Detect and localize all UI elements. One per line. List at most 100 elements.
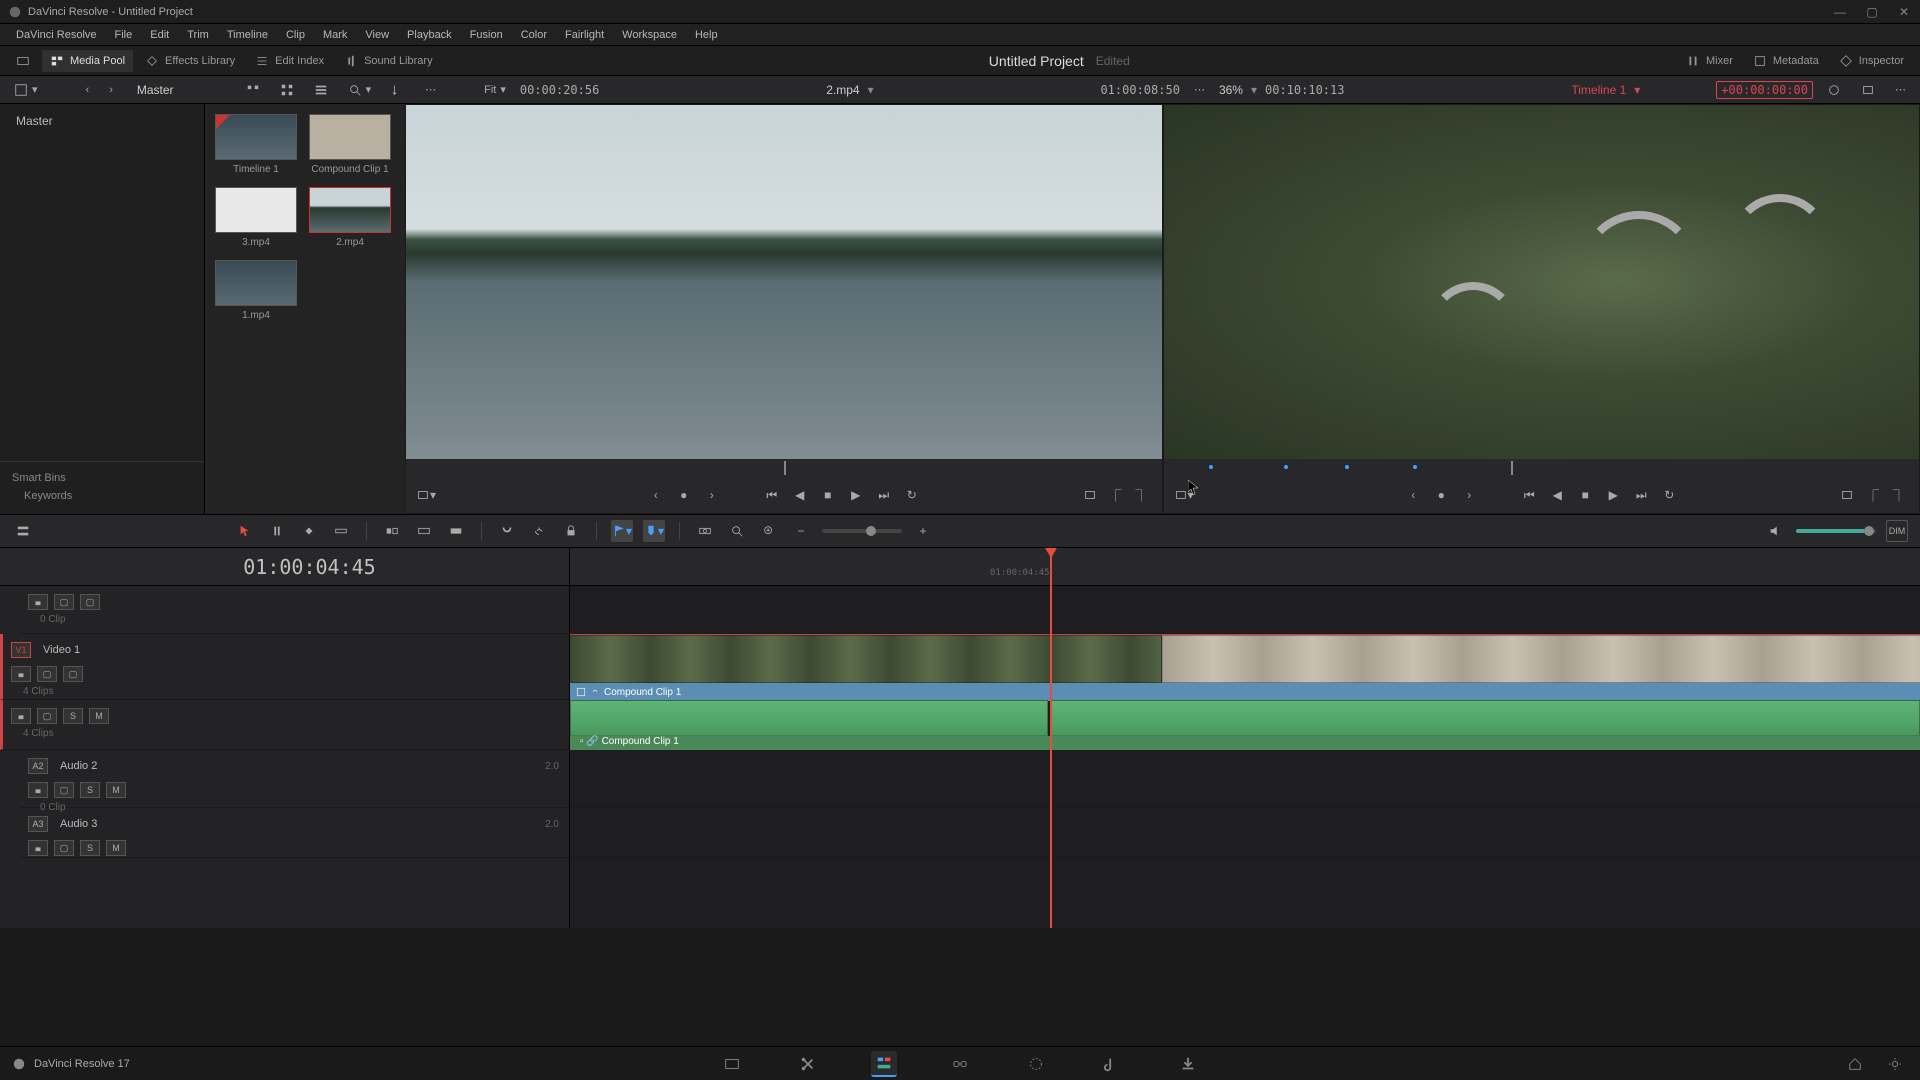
menu-trim[interactable]: Trim	[179, 27, 217, 43]
search-button[interactable]: ▾	[342, 80, 378, 100]
timeline-overlay-button[interactable]	[1837, 485, 1857, 505]
detail-zoom-button[interactable]	[726, 520, 748, 542]
source-match-frame-button[interactable]: ▾	[416, 485, 436, 505]
timeline-position-tc[interactable]: 01:00:04:45	[0, 548, 569, 586]
a3-solo-button[interactable]: S	[80, 840, 100, 856]
menu-fairlight[interactable]: Fairlight	[557, 27, 612, 43]
nav-forward-button[interactable]: ›	[103, 81, 119, 99]
timeline-scrub-bar[interactable]	[1164, 459, 1920, 477]
clip-v1-road[interactable]	[570, 635, 1162, 683]
timeline-options-button[interactable]: ⋯	[1889, 80, 1912, 99]
bypass-button[interactable]	[1821, 80, 1847, 100]
clip-a1-seg1[interactable]	[570, 700, 1048, 736]
home-button[interactable]	[1842, 1051, 1868, 1077]
edit-page-button[interactable]	[871, 1051, 897, 1077]
track-header-v1[interactable]: V1 Video 1 ▢ ▢ 4 Clips	[0, 634, 569, 700]
v1-lock-button[interactable]	[11, 666, 31, 682]
metadata-toggle[interactable]: Metadata	[1745, 50, 1827, 72]
view-grid-button[interactable]	[274, 80, 300, 100]
a3-auto-select-button[interactable]: ▢	[54, 840, 74, 856]
track-lane-v1[interactable]: Compound Clip 1	[570, 634, 1920, 700]
options-button[interactable]: ⋯	[419, 80, 442, 99]
menu-playback[interactable]: Playback	[399, 27, 460, 43]
track-lane-a2[interactable]	[570, 750, 1920, 808]
inspector-toggle[interactable]: Inspector	[1831, 50, 1912, 72]
a2-mute-button[interactable]: M	[106, 782, 126, 798]
timeline-first-frame-button[interactable]: ⏮	[1519, 485, 1539, 505]
overwrite-clip-button[interactable]	[413, 520, 435, 542]
volume-slider[interactable]	[1796, 529, 1876, 533]
source-scrub-bar[interactable]	[406, 459, 1162, 477]
timeline-last-frame-button[interactable]: ⏭	[1631, 485, 1651, 505]
track-header-a2[interactable]: A2 Audio 2 2.0 ▢ S M 0 Clip	[20, 750, 569, 808]
timeline-mark-in-button[interactable]: ⎾	[1863, 485, 1883, 505]
a3-lock-button[interactable]	[28, 840, 48, 856]
smart-bin-keywords[interactable]: Keywords	[8, 486, 196, 506]
menu-color[interactable]: Color	[513, 27, 555, 43]
clip-v1-sheep[interactable]	[1162, 635, 1920, 683]
fusion-page-button[interactable]	[947, 1051, 973, 1077]
breadcrumb-master[interactable]: Master	[127, 83, 184, 97]
flag-button[interactable]: ▾	[611, 520, 633, 542]
a2-dest-button[interactable]: A2	[28, 758, 48, 774]
source-overlay-button[interactable]	[1080, 485, 1100, 505]
a2-solo-button[interactable]: S	[80, 782, 100, 798]
timeline-ruler[interactable]: 01:00:04:45	[570, 548, 1920, 586]
timeline-jog-dot[interactable]: ●	[1431, 485, 1451, 505]
sort-button[interactable]	[385, 80, 411, 100]
a1-mute-button[interactable]: M	[89, 708, 109, 724]
bin-mode-button[interactable]: ▾	[8, 80, 44, 100]
v1-dest-button[interactable]: V1	[11, 642, 31, 658]
menu-clip[interactable]: Clip	[278, 27, 313, 43]
timeline-loop-button[interactable]: ↻	[1659, 485, 1679, 505]
zoom-slider[interactable]	[822, 529, 902, 533]
source-jog-dot[interactable]: ●	[674, 485, 694, 505]
cut-page-button[interactable]	[795, 1051, 821, 1077]
timeline-zoom-pct[interactable]: 36%	[1219, 83, 1243, 97]
v2-lock-button[interactable]	[28, 594, 48, 610]
viewer-options-button[interactable]: ⋯	[1188, 80, 1211, 99]
source-play-button[interactable]: ▶	[846, 485, 866, 505]
timeline-jog-left[interactable]: ‹	[1403, 485, 1423, 505]
source-loop-button[interactable]: ↻	[902, 485, 922, 505]
thumb-2mp4[interactable]: 2.mp4	[309, 187, 391, 248]
view-list-button[interactable]	[308, 80, 334, 100]
bin-master[interactable]: Master	[6, 110, 198, 132]
timeline-view-options-button[interactable]	[12, 520, 34, 542]
deliver-page-button[interactable]	[1175, 1051, 1201, 1077]
mute-button[interactable]	[1764, 520, 1786, 542]
v2-enable-button[interactable]: ▢	[80, 594, 100, 610]
thumb-3mp4[interactable]: 3.mp4	[215, 187, 297, 248]
source-first-frame-button[interactable]: ⏮	[762, 485, 782, 505]
a3-dest-button[interactable]: A3	[28, 816, 48, 832]
menu-file[interactable]: File	[107, 27, 141, 43]
zoom-in-button[interactable]: +	[912, 520, 934, 542]
v2-auto-select-button[interactable]: ▢	[54, 594, 74, 610]
menu-davinci[interactable]: DaVinci Resolve	[8, 27, 105, 43]
project-settings-button[interactable]	[1882, 1051, 1908, 1077]
maximize-button[interactable]: ▢	[1864, 4, 1880, 20]
viewer-fit-dropdown[interactable]: Fit ▾	[478, 80, 512, 99]
source-viewer-image[interactable]	[406, 105, 1162, 459]
track-lane-a1[interactable]: ▫ 🔗 Compound Clip 1	[570, 700, 1920, 750]
thumb-compound-clip[interactable]: Compound Clip 1	[309, 114, 391, 175]
media-pool-toggle[interactable]: Media Pool	[42, 50, 133, 72]
track-lane-v2[interactable]	[570, 586, 1920, 634]
source-play-reverse-button[interactable]: ◀	[790, 485, 810, 505]
v1-auto-select-button[interactable]: ▢	[37, 666, 57, 682]
snapping-button[interactable]	[496, 520, 518, 542]
thumb-1mp4[interactable]: 1.mp4	[215, 260, 297, 321]
thumb-timeline1[interactable]: Timeline 1	[215, 114, 297, 175]
selection-tool-button[interactable]	[234, 520, 256, 542]
fairlight-page-button[interactable]	[1099, 1051, 1125, 1077]
source-last-frame-button[interactable]: ⏭	[874, 485, 894, 505]
a1-lock-button[interactable]	[11, 708, 31, 724]
timeline-play-button[interactable]: ▶	[1603, 485, 1623, 505]
view-thumbs-button[interactable]	[240, 80, 266, 100]
blade-tool-button[interactable]	[330, 520, 352, 542]
effects-library-toggle[interactable]: Effects Library	[137, 50, 243, 72]
menu-view[interactable]: View	[357, 27, 397, 43]
source-stop-button[interactable]: ■	[818, 485, 838, 505]
sound-library-toggle[interactable]: Sound Library	[336, 50, 441, 72]
full-extent-zoom-button[interactable]	[694, 520, 716, 542]
